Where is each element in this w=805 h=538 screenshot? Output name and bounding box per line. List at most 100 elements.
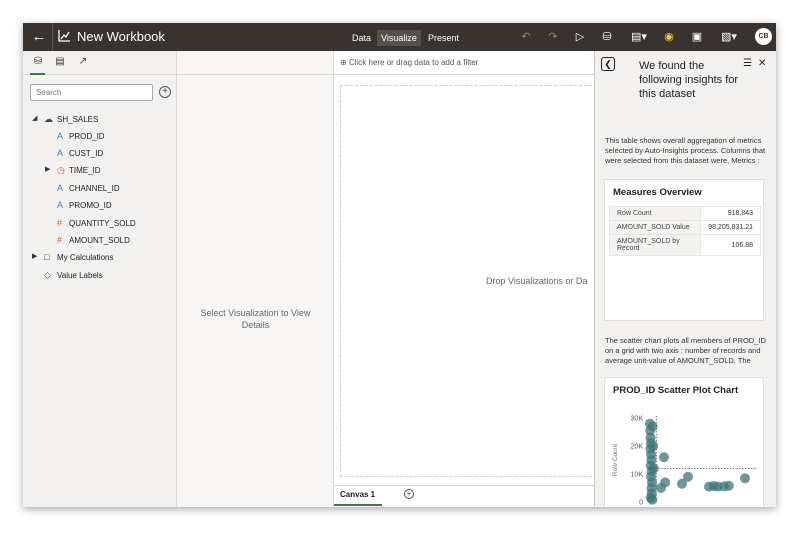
scatter-point: [740, 473, 750, 484]
dataset-icon: ☁: [44, 114, 53, 124]
active-canvas-indicator: [334, 504, 382, 506]
card-title: Measures Overview: [613, 187, 702, 198]
workbook-icon: [58, 30, 70, 42]
user-avatar[interactable]: CB: [755, 28, 772, 45]
settings-sliders-icon[interactable]: ☰: [743, 58, 752, 69]
column-channel-id[interactable]: A CHANNEL_ID: [57, 181, 120, 195]
redo-icon[interactable]: ↷: [545, 29, 561, 45]
clock-icon: ◷: [57, 165, 65, 175]
measure-value: 918,843: [700, 206, 761, 221]
attribute-icon: A: [57, 183, 64, 193]
column-cust-id[interactable]: A CUST_ID: [57, 146, 103, 160]
scatter-point: [659, 452, 669, 463]
column-label: CHANNEL_ID: [69, 184, 120, 193]
attribute-icon: A: [57, 148, 64, 158]
canvas-area: ⊕ Click here or drag data to add a filte…: [334, 51, 602, 507]
tag-icon: ◇: [44, 270, 51, 280]
y-axis-label: Row Count: [612, 444, 619, 476]
column-quantity-sold[interactable]: # QUANTITY_SOLD: [57, 216, 136, 230]
data-source-icon[interactable]: ⛁: [599, 29, 615, 45]
add-data-icon[interactable]: +: [159, 86, 171, 98]
measure-hash-icon: #: [57, 218, 63, 228]
column-amount-sold[interactable]: # AMOUNT_SOLD: [57, 233, 130, 247]
canvas-tab-1[interactable]: Canvas 1: [340, 490, 375, 499]
scatter-point: [647, 421, 658, 432]
export-icon[interactable]: ▣: [689, 29, 705, 45]
measures-table: Row Count 918,843 AMOUNT_SOLD Value 98,205…: [608, 206, 761, 256]
scatter-point: [647, 494, 658, 505]
collapse-chevron-icon[interactable]: ❮: [601, 57, 615, 71]
table-row: AMOUNT_SOLD Value 98,205,831.21: [608, 220, 761, 235]
app-window: ← New Workbook Data Visualize Present ↶ …: [23, 23, 776, 507]
y-tick-label: 0: [639, 500, 643, 507]
back-arrow-icon[interactable]: ←: [29, 27, 49, 47]
viz-details-header: [177, 51, 334, 75]
play-icon[interactable]: ▷: [572, 29, 588, 45]
caret-right-icon[interactable]: ▶: [32, 250, 40, 264]
scatter-point: [683, 471, 693, 482]
dataset-label: SH_SALES: [57, 115, 99, 124]
filter-bar[interactable]: ⊕ Click here or drag data to add a filte…: [334, 51, 594, 75]
column-promo-id[interactable]: A PROMO_ID: [57, 198, 112, 212]
top-bar: ← New Workbook Data Visualize Present ↶ …: [23, 23, 776, 51]
attribute-icon: A: [57, 131, 64, 141]
column-label: CUST_ID: [69, 149, 104, 158]
measures-overview-card[interactable]: Measures Overview Row Count 918,843 AMOUN…: [604, 179, 764, 321]
my-calculations-folder[interactable]: □ My Calculations: [44, 250, 113, 264]
measure-value: 98,205,831.21: [700, 220, 761, 235]
add-filter-icon: ⊕: [340, 58, 347, 67]
value-labels-label: Value Labels: [57, 271, 103, 280]
scatter-point: [648, 441, 659, 451]
measure-value: 106.88: [700, 234, 761, 256]
search-input[interactable]: [30, 84, 153, 101]
data-tab-icon[interactable]: ⛁: [31, 55, 45, 69]
column-prod-id[interactable]: A PROD_ID: [57, 129, 105, 143]
close-icon[interactable]: ✕: [758, 58, 766, 69]
scatter-plot-card[interactable]: PROD_ID Scatter Plot Chart 0 10K 20K 30K 0.0…: [604, 377, 764, 507]
value-labels-item[interactable]: ◇ Value Labels: [44, 268, 103, 282]
column-time-id[interactable]: ◷ TIME_ID: [57, 163, 101, 177]
save-icon[interactable]: ▧▾: [717, 29, 741, 45]
tab-present[interactable]: Present: [424, 30, 463, 46]
canvas-tab-bar: Canvas 1 +: [334, 485, 594, 507]
properties-menu-icon[interactable]: ▤▾: [627, 29, 651, 45]
folder-icon: □: [44, 252, 50, 262]
scatter-plot: 010K20K30K0.00.6K1.2K1.8KRow CountAMOUNT…: [612, 416, 757, 507]
viz-details-message: Select Visualization to View Details: [200, 308, 311, 330]
tab-data[interactable]: Data: [348, 30, 375, 46]
undo-icon[interactable]: ↶: [518, 29, 534, 45]
visualizations-tab-icon[interactable]: ▤: [53, 55, 67, 69]
attribute-icon: A: [57, 200, 64, 210]
insight-description: This table shows overall aggregation of …: [605, 136, 766, 165]
table-row: AMOUNT_SOLD by Record 106.88: [608, 234, 761, 256]
insights-title: We found the following insights for this…: [639, 60, 739, 100]
scatter-point: [656, 483, 666, 493]
insights-lightbulb-icon[interactable]: ◉: [661, 29, 677, 45]
measure-label: AMOUNT_SOLD Value: [608, 220, 702, 235]
column-label: TIME_ID: [69, 166, 101, 175]
viz-details-panel: Select Visualization to View Details: [177, 51, 334, 507]
add-canvas-icon[interactable]: +: [404, 489, 414, 499]
divider: [52, 23, 53, 51]
caret-right-icon[interactable]: ▶: [45, 163, 53, 177]
column-label: PROMO_ID: [69, 201, 112, 210]
workbook-title[interactable]: New Workbook: [77, 29, 165, 44]
tab-visualize[interactable]: Visualize: [377, 30, 421, 46]
data-panel-tabs: ⛁ ▤ ↗: [23, 51, 177, 75]
folder-label: My Calculations: [57, 253, 114, 262]
auto-insights-panel: ❮ We found the following insights for th…: [594, 51, 776, 507]
card-title: PROD_ID Scatter Plot Chart: [613, 385, 739, 396]
column-label: AMOUNT_SOLD: [69, 236, 130, 245]
dataset-sh-sales[interactable]: ☁ SH_SALES: [44, 112, 98, 126]
y-tick-label: 30K: [631, 416, 644, 423]
y-tick-label: 20K: [631, 444, 644, 451]
measure-label: AMOUNT_SOLD by Record: [608, 234, 702, 256]
analytics-tab-icon[interactable]: ↗: [76, 55, 90, 69]
column-label: QUANTITY_SOLD: [69, 219, 136, 228]
drop-message: Drop Visualizations or Da: [486, 276, 588, 286]
scatter-point: [648, 463, 659, 474]
column-label: PROD_ID: [69, 132, 105, 141]
insight-description: The scatter chart plots all members of P…: [605, 336, 766, 365]
caret-down-icon[interactable]: ◢: [32, 112, 40, 126]
table-row: Row Count 918,843: [608, 206, 761, 221]
